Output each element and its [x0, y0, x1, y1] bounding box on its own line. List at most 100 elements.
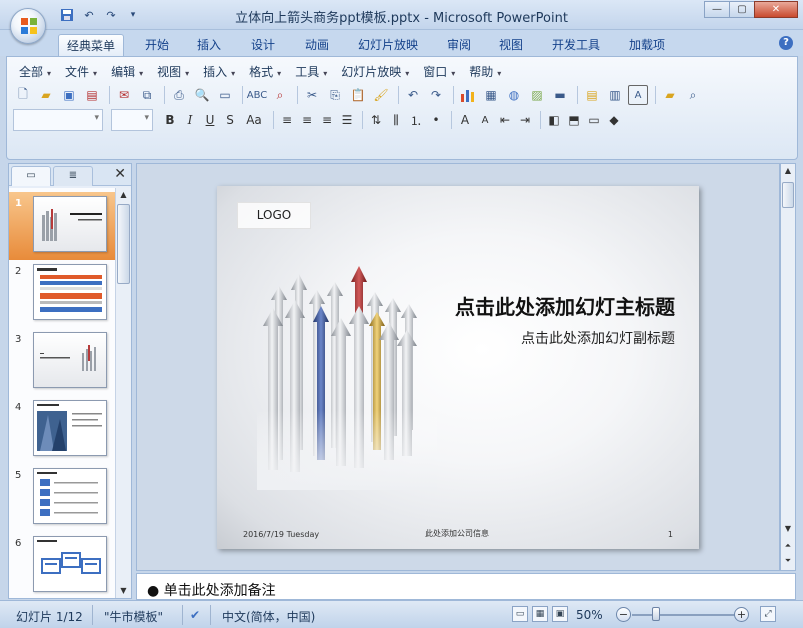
- image-icon[interactable]: ▨: [527, 85, 547, 105]
- align-left-icon[interactable]: ≡: [278, 110, 296, 130]
- thumbnail-row[interactable]: 4: [9, 396, 115, 464]
- previous-slide-icon[interactable]: ⏶: [781, 539, 795, 553]
- find-icon[interactable]: ⌕: [683, 85, 703, 105]
- decrease-font-icon[interactable]: A: [476, 110, 494, 130]
- slide-thumbnail[interactable]: [33, 264, 107, 320]
- globe-icon[interactable]: ◍: [504, 85, 524, 105]
- align-center-icon[interactable]: ≡: [298, 110, 316, 130]
- arrange-icon[interactable]: ⬒: [565, 110, 583, 130]
- justify-icon[interactable]: ☰: [338, 110, 356, 130]
- quick-styles-icon[interactable]: ▭: [585, 110, 603, 130]
- save-icon[interactable]: ▣: [59, 85, 79, 105]
- tab-home[interactable]: 开始: [138, 34, 176, 56]
- format-painter-icon[interactable]: 🖌: [371, 85, 391, 105]
- thumbnail-scrollbar[interactable]: ▲ ▼: [115, 188, 131, 598]
- tab-review[interactable]: 审阅: [440, 34, 478, 56]
- menu-tools[interactable]: 工具 ▾: [289, 63, 335, 81]
- slide-thumbnail[interactable]: [33, 196, 107, 252]
- close-icon[interactable]: ✕: [754, 1, 798, 18]
- scroll-thumb[interactable]: [117, 204, 130, 284]
- normal-view-icon[interactable]: ▭: [512, 606, 528, 622]
- minimize-icon[interactable]: —: [704, 1, 730, 18]
- help-icon[interactable]: ?: [779, 36, 793, 50]
- paste-icon[interactable]: 📋: [348, 85, 368, 105]
- increase-font-icon[interactable]: A: [456, 110, 474, 130]
- bullets-icon[interactable]: •: [427, 110, 445, 130]
- current-slide[interactable]: LOGO 点击此处添加幻灯主标题 点击此处添加幻灯副标题 2016/7/19 T…: [217, 186, 699, 549]
- menu-all[interactable]: 全部 ▾: [13, 63, 59, 81]
- menu-insert[interactable]: 插入 ▾: [197, 63, 243, 81]
- indent-increase-icon[interactable]: ⇥: [516, 110, 534, 130]
- numbering-icon[interactable]: ⒈: [407, 110, 425, 130]
- spelling-icon[interactable]: ABC: [247, 85, 268, 105]
- undo-icon[interactable]: ↶: [403, 85, 423, 105]
- align-right-icon[interactable]: ≡: [318, 110, 336, 130]
- thumbnail-row[interactable]: 1: [9, 192, 115, 260]
- print-icon[interactable]: ⎙: [169, 85, 189, 105]
- menu-view[interactable]: 视图 ▾: [151, 63, 197, 81]
- print-preview-icon[interactable]: 🔍: [192, 85, 212, 105]
- italic-icon[interactable]: I: [181, 110, 199, 130]
- menu-file[interactable]: 文件 ▾: [59, 63, 105, 81]
- new-icon[interactable]: 🗋: [13, 85, 33, 105]
- office-button[interactable]: [10, 8, 46, 44]
- language-indicator[interactable]: 中文(简体，中国): [222, 608, 315, 625]
- permission-icon[interactable]: ▤: [82, 85, 102, 105]
- slide-thumbnail[interactable]: [33, 400, 107, 456]
- tab-slideshow[interactable]: 幻灯片放映: [352, 34, 424, 56]
- font-size-combo[interactable]: [111, 109, 153, 131]
- close-panel-icon[interactable]: ✕: [114, 166, 126, 182]
- thumbnail-row[interactable]: 3: [9, 328, 115, 396]
- table-icon[interactable]: ▦: [481, 85, 501, 105]
- zoom-level[interactable]: 50%: [576, 608, 603, 622]
- shape-fill-icon[interactable]: ◆: [605, 110, 623, 130]
- columns-icon[interactable]: ⫼: [387, 110, 405, 130]
- layout-icon[interactable]: ▥: [605, 85, 625, 105]
- new-slide-icon[interactable]: ▤: [582, 85, 602, 105]
- page-setup-icon[interactable]: ▭: [215, 85, 235, 105]
- scroll-thumb[interactable]: [782, 182, 794, 208]
- indent-decrease-icon[interactable]: ⇤: [496, 110, 514, 130]
- open-icon[interactable]: ▰: [36, 85, 56, 105]
- logo-placeholder[interactable]: LOGO: [237, 202, 311, 229]
- tab-developer[interactable]: 开发工具: [546, 34, 606, 56]
- zoom-slider[interactable]: [632, 614, 736, 616]
- shapes-icon[interactable]: ◧: [545, 110, 563, 130]
- notes-placeholder[interactable]: ● 单击此处添加备注: [147, 580, 276, 600]
- email-icon[interactable]: ✉: [114, 85, 134, 105]
- next-slide-icon[interactable]: ⏷: [781, 554, 795, 568]
- spelling-check-icon[interactable]: ✔: [190, 608, 200, 622]
- slide-thumbnail[interactable]: [33, 536, 107, 592]
- tab-addins[interactable]: 加载项: [622, 34, 672, 56]
- thesaurus-icon[interactable]: ⌕: [270, 85, 290, 105]
- redo-icon[interactable]: ↷: [426, 85, 446, 105]
- menu-window[interactable]: 窗口 ▾: [417, 63, 463, 81]
- slide-scrollbar[interactable]: ▲ ▼ ⏶ ⏷: [780, 163, 796, 571]
- slide-sorter-icon[interactable]: ▦: [532, 606, 548, 622]
- theme-name[interactable]: "牛市模板": [104, 608, 163, 625]
- slides-tab-icon[interactable]: ▭: [11, 166, 51, 186]
- change-case-icon[interactable]: Aa: [241, 110, 267, 130]
- tab-design[interactable]: 设计: [244, 34, 282, 56]
- scroll-up-icon[interactable]: ▲: [116, 188, 131, 202]
- tab-insert[interactable]: 插入: [190, 34, 228, 56]
- slide-thumbnail[interactable]: [33, 332, 107, 388]
- zoom-out-icon[interactable]: −: [616, 607, 631, 622]
- fit-to-window-icon[interactable]: ⤢: [760, 606, 776, 622]
- tab-view[interactable]: 视图: [492, 34, 530, 56]
- scroll-down-icon[interactable]: ▼: [116, 584, 131, 598]
- scroll-up-icon[interactable]: ▲: [781, 164, 795, 178]
- underline-icon[interactable]: U: [201, 110, 219, 130]
- textbox-icon[interactable]: A: [628, 85, 648, 105]
- thumbnail-row[interactable]: 6: [9, 532, 115, 598]
- scroll-down-icon[interactable]: ▼: [781, 522, 795, 536]
- slide-title[interactable]: 点击此处添加幻灯主标题: [455, 291, 675, 320]
- color-icon[interactable]: ▬: [550, 85, 570, 105]
- menu-edit[interactable]: 编辑 ▾: [105, 63, 151, 81]
- maximize-icon[interactable]: ▢: [729, 1, 755, 18]
- folder-icon[interactable]: ▰: [660, 85, 680, 105]
- tab-animation[interactable]: 动画: [298, 34, 336, 56]
- thumbnail-row[interactable]: 2: [9, 260, 115, 328]
- thumbnail-row[interactable]: 5: [9, 464, 115, 532]
- font-name-combo[interactable]: [13, 109, 103, 131]
